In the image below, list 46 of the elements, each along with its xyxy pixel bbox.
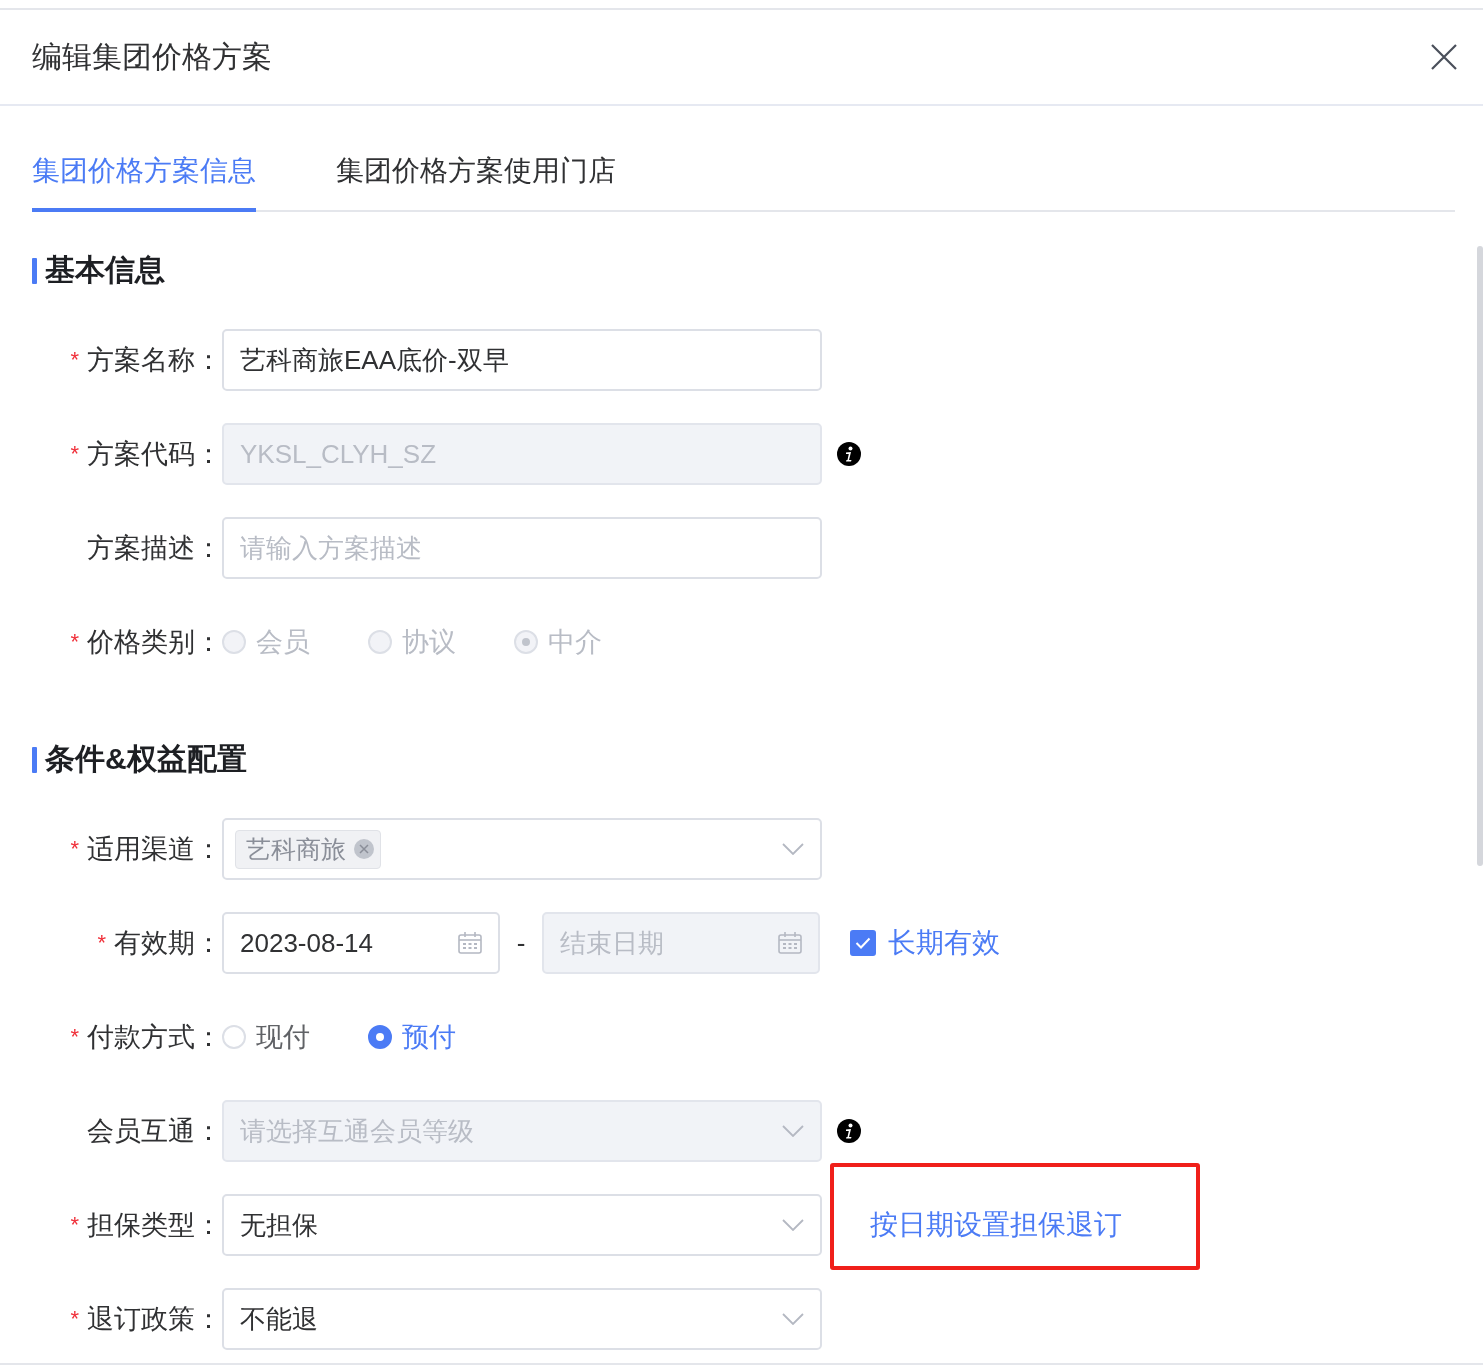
field-label: 价格类别： xyxy=(87,626,222,659)
text-input[interactable]: 艺科商旅EAA底价-双早 xyxy=(222,329,822,391)
required-asterisk: * xyxy=(70,1212,79,1238)
chevron-down-icon xyxy=(782,1219,804,1231)
remove-icon[interactable] xyxy=(354,839,374,859)
required-asterisk: * xyxy=(70,1306,79,1332)
section-marker xyxy=(32,746,37,773)
field-label: 会员互通： xyxy=(87,1115,222,1148)
required-asterisk: * xyxy=(70,441,79,467)
long-term-checkbox[interactable]: 长期有效 xyxy=(850,924,1000,962)
field-label: 付款方式： xyxy=(87,1021,222,1054)
channel-tag[interactable]: 艺科商旅 xyxy=(235,829,381,869)
radio-option[interactable]: 现付 xyxy=(222,1019,310,1055)
select-dropdown[interactable]: 不能退 xyxy=(222,1288,822,1350)
check-icon xyxy=(855,937,871,949)
range-separator: - xyxy=(515,927,527,959)
tab[interactable]: 集团价格方案信息 xyxy=(32,138,256,212)
section-title: 条件&权益配置 xyxy=(45,741,247,777)
tab[interactable]: 集团价格方案使用门店 xyxy=(336,138,616,212)
required-asterisk: * xyxy=(70,836,79,862)
field-label: 担保类型： xyxy=(87,1209,222,1242)
required-asterisk: * xyxy=(70,629,79,655)
close-icon[interactable] xyxy=(1431,44,1457,70)
required-asterisk: * xyxy=(70,1024,79,1050)
multi-select[interactable]: 艺科商旅 xyxy=(222,818,822,880)
section-marker xyxy=(32,257,37,284)
field-label: 方案描述： xyxy=(87,532,222,565)
dialog-title: 编辑集团价格方案 xyxy=(32,38,272,75)
start-date-input[interactable]: 2023-08-14 xyxy=(222,912,500,974)
guarantee-by-date-link[interactable]: 按日期设置担保退订 xyxy=(870,1206,1122,1244)
scrollbar[interactable] xyxy=(1477,246,1483,866)
field-label: 方案代码： xyxy=(87,438,222,471)
calendar-icon xyxy=(778,932,802,954)
field-label: 方案名称： xyxy=(87,344,222,377)
required-asterisk: * xyxy=(97,930,106,956)
chevron-down-icon xyxy=(782,843,804,855)
calendar-icon xyxy=(458,932,482,954)
field-label: 适用渠道： xyxy=(87,833,222,866)
section-title: 基本信息 xyxy=(45,252,165,288)
field-label: 有效期： xyxy=(114,927,222,960)
radio-option[interactable]: 预付 xyxy=(368,1019,456,1055)
required-asterisk: * xyxy=(70,347,79,373)
select-dropdown[interactable]: 无担保 xyxy=(222,1194,822,1256)
chevron-down-icon xyxy=(782,1313,804,1325)
field-label: 退订政策： xyxy=(87,1303,222,1336)
chevron-down-icon xyxy=(782,1125,804,1137)
